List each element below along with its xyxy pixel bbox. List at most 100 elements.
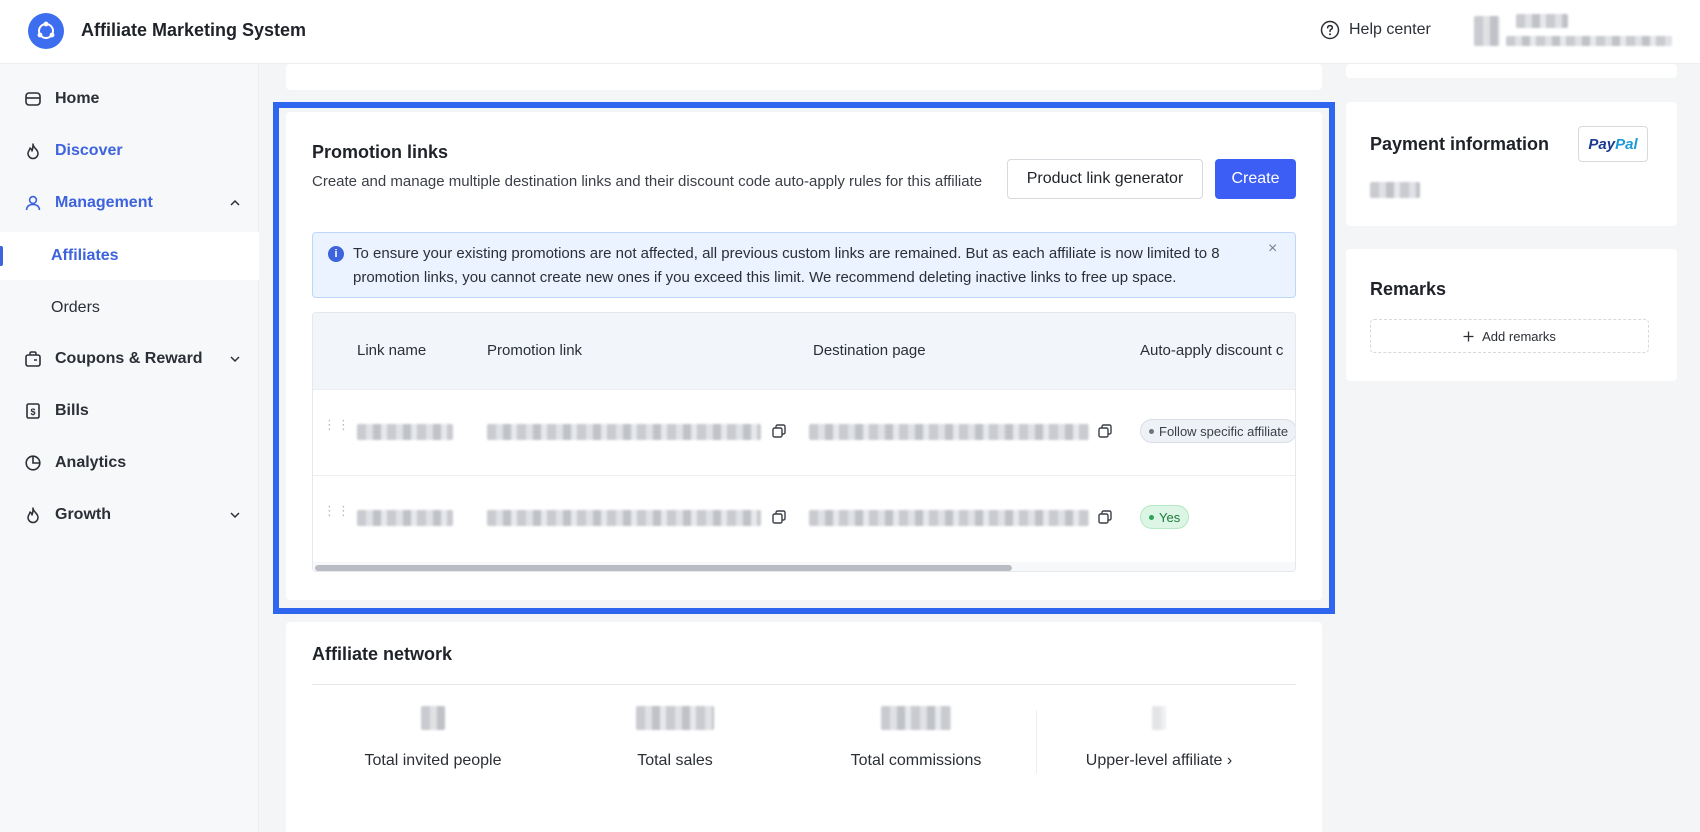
flame-icon <box>27 507 39 524</box>
sidebar-item-label: Home <box>55 90 100 107</box>
table-row: ⋮⋮ Yes <box>313 475 1295 561</box>
payment-information-card: Payment information Pay Pal <box>1346 102 1677 226</box>
copy-icon[interactable] <box>1097 509 1113 525</box>
flame-icon <box>27 143 39 160</box>
bill-dollar-icon: $ <box>26 403 40 419</box>
payment-account-redacted <box>1370 182 1420 198</box>
chevron-down-icon <box>230 512 240 519</box>
stat-total-commissions: Total commissions <box>796 692 1036 769</box>
sidebar-item-label: Affiliates <box>51 247 119 264</box>
plus-icon <box>1463 331 1474 341</box>
help-center-link[interactable]: Help center <box>1320 20 1431 40</box>
app-logo-icon[interactable] <box>28 13 64 49</box>
sidebar: Home Discover Management Affiliates Orde… <box>0 64 259 832</box>
stat-label: Total commissions <box>850 752 982 769</box>
sidebar-item-label: Discover <box>55 142 123 159</box>
close-icon[interactable]: × <box>1268 240 1277 258</box>
gift-bag-icon <box>25 351 41 367</box>
limit-notice-banner: i To ensure your existing promotions are… <box>312 232 1296 298</box>
sidebar-item-analytics[interactable]: Analytics <box>0 439 259 487</box>
chevron-down-icon <box>230 356 240 363</box>
copy-icon[interactable] <box>771 509 787 525</box>
status-dot <box>1149 428 1154 434</box>
sidebar-item-discover[interactable]: Discover <box>0 127 259 175</box>
stat-label: Total sales <box>637 752 713 769</box>
remarks-card: Remarks Add remarks <box>1346 249 1677 381</box>
sidebar-item-management[interactable]: Management <box>0 179 259 227</box>
column-header-destination-page: Destination page <box>813 342 926 359</box>
paypal-logo: Pay Pal <box>1578 126 1648 162</box>
stat-divider <box>1036 710 1037 774</box>
stat-label: Total invited people <box>364 752 502 769</box>
help-circle-icon <box>1320 20 1340 40</box>
link-name-redacted <box>357 510 453 526</box>
sidebar-item-coupons-reward[interactable]: Coupons & Reward <box>0 335 259 383</box>
user-name-redacted <box>1516 14 1568 28</box>
promotion-link-redacted <box>487 424 761 440</box>
drag-handle-icon[interactable]: ⋮⋮ <box>323 418 350 442</box>
auto-apply-status-label: Follow specific affiliate <box>1159 423 1289 439</box>
stat-value-redacted <box>1152 706 1166 730</box>
upper-level-affiliate-link[interactable]: Upper-level affiliate › <box>1039 692 1279 769</box>
promotion-links-title: Promotion links <box>312 142 449 162</box>
pie-chart-icon <box>25 455 41 471</box>
app-title: Affiliate Marketing System <box>81 20 307 40</box>
user-account-menu[interactable] <box>1470 12 1675 52</box>
affiliate-network-title: Affiliate network <box>312 644 453 664</box>
add-remarks-label: Add remarks <box>1482 328 1556 344</box>
stat-value-redacted <box>881 706 951 730</box>
affiliate-network-card: Affiliate network Total invited people T… <box>286 622 1322 832</box>
auto-apply-status-badge: Follow specific affiliate <box>1140 419 1295 443</box>
column-header-link-name: Link name <box>357 342 427 359</box>
home-icon <box>25 92 41 106</box>
sidebar-item-growth[interactable]: Growth <box>0 491 259 539</box>
stat-value-redacted <box>636 706 714 730</box>
sidebar-item-label: Growth <box>55 506 111 523</box>
sidebar-item-label: Coupons & Reward <box>55 350 203 367</box>
promotion-links-description: Create and manage multiple destination l… <box>312 173 983 190</box>
help-center-label: Help center <box>1349 21 1431 38</box>
stat-total-sales: Total sales <box>555 692 795 769</box>
sidebar-item-label: Orders <box>51 299 100 316</box>
sidebar-item-label: Management <box>55 194 153 211</box>
status-dot <box>1149 514 1154 520</box>
payment-information-title: Payment information <box>1370 134 1550 154</box>
top-header: Affiliate Marketing System Help center <box>0 0 1700 64</box>
sidebar-item-label: Bills <box>55 402 89 419</box>
auto-apply-status-badge: Yes <box>1140 505 1190 529</box>
product-link-generator-button[interactable]: Product link generator <box>1007 159 1203 199</box>
promotion-link-redacted <box>487 510 761 526</box>
remarks-title: Remarks <box>1370 279 1447 299</box>
add-remarks-button[interactable]: Add remarks <box>1370 319 1649 353</box>
column-header-promotion-link: Promotion link <box>487 342 583 359</box>
info-icon: i <box>328 246 344 262</box>
svg-text:$: $ <box>30 407 35 417</box>
column-header-auto-apply: Auto-apply discount c <box>1140 342 1284 359</box>
chevron-up-icon <box>230 199 240 206</box>
table-row: ⋮⋮ Follow specific affiliate <box>313 389 1295 475</box>
table-header: Link name Promotion link Destination pag… <box>313 313 1295 389</box>
link-name-redacted <box>357 424 453 440</box>
drag-handle-icon[interactable]: ⋮⋮ <box>323 504 350 528</box>
sidebar-item-affiliates[interactable]: Affiliates <box>0 232 259 280</box>
divider <box>312 684 1296 685</box>
copy-icon[interactable] <box>1097 423 1113 439</box>
create-button[interactable]: Create <box>1215 159 1296 199</box>
sidebar-item-label: Analytics <box>55 454 127 471</box>
auto-apply-status-label: Yes <box>1159 509 1181 525</box>
promotion-links-card: Promotion links Create and manage multip… <box>286 112 1322 600</box>
paypal-logo-pay: Pay <box>1588 135 1616 153</box>
avatar <box>1474 16 1500 46</box>
stat-label: Upper-level affiliate › <box>1085 752 1233 769</box>
stat-total-invited-people: Total invited people <box>313 692 553 769</box>
sidebar-item-bills[interactable]: $ Bills <box>0 387 259 435</box>
copy-icon[interactable] <box>771 423 787 439</box>
promotion-links-table: Link name Promotion link Destination pag… <box>312 312 1296 572</box>
sidebar-item-home[interactable]: Home <box>0 75 259 123</box>
stat-value-redacted <box>421 706 445 730</box>
user-email-redacted <box>1506 36 1672 46</box>
sidebar-item-orders[interactable]: Orders <box>0 284 259 332</box>
previous-section-card <box>286 64 1322 90</box>
horizontal-scrollbar[interactable] <box>315 565 1012 571</box>
right-top-card <box>1346 64 1677 78</box>
